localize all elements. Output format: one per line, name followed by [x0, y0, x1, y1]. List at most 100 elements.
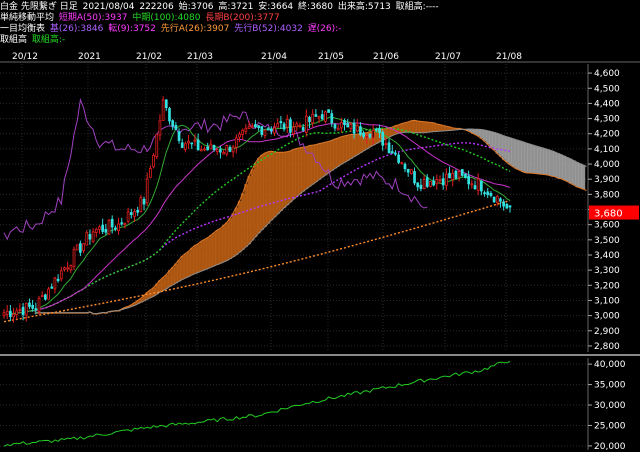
candle-body — [114, 227, 117, 230]
candle-body — [492, 196, 496, 203]
cloud-slice — [253, 162, 258, 237]
cloud-slice — [276, 152, 280, 215]
candle-body — [82, 243, 85, 251]
candle-body — [12, 313, 15, 318]
candle-body — [247, 126, 251, 129]
cloud-slice — [438, 124, 442, 132]
cloud-slice — [435, 123, 439, 132]
candle-body — [155, 133, 159, 158]
candle-body — [168, 108, 171, 122]
cloud-slice — [292, 149, 296, 200]
cloud-slice — [498, 134, 503, 157]
cloud-slice — [533, 145, 538, 174]
candle-body — [15, 310, 19, 316]
cloud-slice — [206, 237, 210, 269]
candle-body — [164, 99, 168, 109]
candle-body — [311, 113, 315, 124]
candle-body — [429, 181, 432, 187]
candle-body — [72, 248, 76, 268]
cloud-slice — [511, 138, 516, 167]
candle-body — [184, 143, 187, 150]
cloud-slice — [559, 154, 563, 179]
candle-body — [250, 125, 254, 128]
y-label-17: 2,900 — [594, 327, 620, 337]
cloud-slice — [209, 235, 213, 268]
candle-body — [257, 125, 260, 129]
cloud-slice — [193, 245, 197, 274]
cloud-slice — [406, 121, 411, 133]
cloud-slice — [244, 184, 248, 247]
cloud-slice — [416, 120, 420, 133]
cloud-slice — [575, 162, 579, 187]
candle-body — [219, 149, 222, 153]
cloud-slice — [298, 147, 302, 194]
cloud-slice — [581, 164, 586, 190]
candle-body — [133, 211, 136, 217]
cloud-slice — [524, 142, 528, 173]
y-label-2: 4,400 — [594, 99, 620, 109]
candle-body — [285, 118, 289, 128]
price-chart[interactable]: 20/12 2021 21/02 21/03 21/04 21/05 21/06 21/07 2… — [0, 0, 640, 452]
candle-body — [142, 198, 146, 205]
cloud-slice — [171, 267, 175, 286]
candle-body — [75, 244, 79, 251]
candle-body — [88, 234, 92, 240]
cloud-slice — [317, 143, 322, 180]
cloud-slice — [546, 149, 551, 176]
candle-body — [136, 210, 140, 213]
chikou-line — [3, 98, 428, 241]
cloud-slice — [412, 120, 417, 133]
candle-body — [343, 120, 346, 125]
candle-body — [416, 182, 420, 188]
cloud-slice — [419, 121, 423, 133]
candle-body — [304, 115, 308, 133]
x-label-1: 2021 — [78, 52, 101, 62]
candle-body — [63, 267, 66, 270]
cloud-slice — [432, 122, 436, 132]
x-label-5: 21/05 — [318, 52, 344, 62]
cloud-slice — [279, 152, 283, 212]
cloud-slice — [489, 131, 493, 148]
x-label-7: 21/07 — [435, 52, 461, 62]
candle-body — [254, 124, 257, 128]
candle-body — [314, 114, 318, 117]
cloud-slice — [186, 251, 191, 277]
candle-body — [266, 128, 270, 131]
cloud-slice — [215, 230, 220, 265]
y-label-15: 3,100 — [594, 296, 620, 306]
cloud-slice — [237, 200, 242, 253]
y-label-14: 3,200 — [594, 281, 620, 291]
cloud-slice — [183, 253, 188, 279]
cloud-slice — [241, 193, 245, 250]
candle-body — [381, 131, 385, 146]
candle-body — [406, 169, 410, 173]
candle-body — [145, 178, 149, 204]
candle-body — [212, 145, 216, 150]
cloud-slice — [409, 120, 414, 133]
candle-body — [444, 173, 448, 186]
candle-body — [244, 127, 248, 132]
candle-body — [9, 310, 12, 318]
candle-body — [486, 191, 490, 195]
cloud-slice — [482, 129, 487, 142]
candle-body — [378, 128, 381, 133]
candle-body — [397, 154, 400, 163]
cloud-slice — [568, 158, 573, 184]
cloud-slice — [177, 259, 182, 282]
candle-body — [66, 267, 70, 270]
candle-body — [104, 229, 108, 233]
y-label-3: 4,300 — [594, 115, 620, 125]
cloud-slice — [212, 232, 217, 267]
candle-body — [464, 173, 467, 179]
cloud-slice — [342, 135, 347, 163]
cloud-slice — [549, 150, 554, 177]
candle-body — [352, 122, 356, 134]
y-label-18: 2,800 — [594, 342, 620, 352]
oi-line — [3, 361, 511, 447]
candle-body — [91, 231, 95, 242]
cloud-slice — [505, 136, 509, 163]
price-axis: 4,600 4,500 4,400 4,300 4,200 4,100 4,000 3,900… — [587, 64, 639, 352]
x-label-2: 21/02 — [136, 52, 162, 62]
cloud-slice — [514, 139, 519, 169]
candle-body — [215, 149, 219, 152]
